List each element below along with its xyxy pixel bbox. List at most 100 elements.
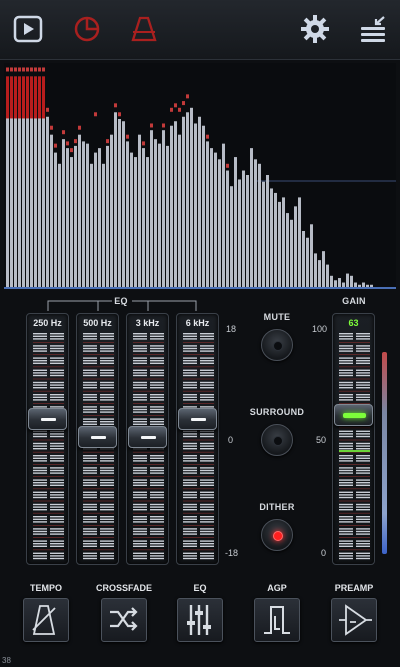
mute-toggle[interactable]: [261, 329, 293, 361]
tick-mark: [33, 479, 47, 481]
tick-mark: [83, 528, 97, 530]
tick-mark: [83, 335, 97, 337]
tick-mark: [339, 369, 353, 371]
tick-mark: [183, 521, 197, 523]
eq-slider-handle[interactable]: [178, 408, 217, 431]
tick-mark: [200, 435, 214, 438]
eq-slider-band-3[interactable]: 3 kHz: [126, 313, 169, 565]
tick-mark: [339, 484, 353, 486]
tick-mark: [200, 518, 214, 520]
tick-mark: [200, 384, 214, 386]
tick-divider: [133, 366, 164, 368]
spectrum-bar: [302, 231, 305, 287]
tick-mark: [339, 362, 353, 364]
tick-mark: [50, 335, 64, 337]
settings-button[interactable]: [297, 11, 333, 47]
tick-mark: [150, 479, 164, 481]
tick-mark: [200, 540, 214, 542]
tick-mark: [183, 506, 197, 508]
tick-mark: [183, 384, 197, 386]
eq-slider-handle[interactable]: [78, 425, 117, 448]
eq-slider-band-1[interactable]: 250 Hz: [26, 313, 69, 565]
tick-mark: [356, 467, 370, 469]
surround-toggle[interactable]: [261, 424, 293, 456]
spectrum-peak: [74, 139, 77, 144]
eq-band-label: 500 Hz: [83, 318, 112, 328]
gain-slider[interactable]: 63: [332, 313, 375, 565]
tick-divider: [183, 403, 214, 404]
tick-mark: [50, 435, 64, 438]
tick-mark: [200, 484, 214, 486]
tick-mark: [200, 433, 214, 435]
tick-mark: [133, 384, 147, 386]
bottom-button-preamp[interactable]: [331, 598, 377, 642]
tick-mark: [33, 372, 47, 374]
tick-mark: [83, 411, 97, 413]
spectrum-bar: [106, 145, 109, 287]
spectrum-bar: [294, 206, 297, 287]
tick-mark: [183, 557, 197, 560]
spectrum-bar: [250, 148, 253, 287]
tick-mark: [150, 372, 164, 374]
tick-mark: [50, 457, 64, 459]
spectrum-bar: [274, 192, 277, 287]
tick-mark: [356, 333, 370, 335]
bottom-button-tempo[interactable]: [23, 598, 69, 642]
spectrum-bar: [214, 152, 217, 287]
tick-mark: [133, 506, 147, 508]
tick-mark: [356, 374, 370, 377]
bottom-button-eq[interactable]: [177, 598, 223, 642]
tick-mark: [200, 362, 214, 364]
spectrum-peak: [10, 67, 13, 72]
tick-mark: [339, 516, 353, 518]
tick-mark: [339, 528, 353, 530]
tick-mark: [50, 543, 64, 545]
tick-mark: [183, 457, 197, 459]
metronome-tab[interactable]: [126, 11, 162, 47]
player-tab[interactable]: [10, 11, 46, 47]
tick-mark: [339, 345, 353, 347]
eq-slider-handle[interactable]: [28, 408, 67, 431]
tick-mark: [100, 506, 114, 508]
tick-mark: [150, 448, 164, 450]
tick-mark: [339, 460, 353, 462]
bottom-button-agp[interactable]: [254, 598, 300, 642]
tick-mark: [339, 399, 353, 401]
tick-divider: [33, 537, 64, 538]
tick-mark: [339, 509, 353, 511]
eq-slider-handle[interactable]: [128, 425, 167, 448]
tick-mark: [100, 360, 114, 362]
tick-mark: [83, 362, 97, 364]
eq-slider-band-4[interactable]: 6 kHz: [176, 313, 219, 565]
spectrum-bar: [362, 282, 365, 287]
tick-divider: [33, 512, 64, 514]
gain-handle[interactable]: [334, 403, 373, 426]
footer-counter: 38: [2, 656, 11, 665]
tick-mark: [50, 396, 64, 398]
tick-mark: [33, 442, 47, 445]
spectrum-bar: [342, 282, 345, 287]
tick-mark: [50, 399, 64, 401]
tick-mark: [100, 396, 114, 398]
dither-toggle[interactable]: [261, 519, 293, 551]
bottom-button-crossfade[interactable]: [101, 598, 147, 642]
tick-mark: [339, 455, 353, 457]
menu-button[interactable]: [355, 11, 391, 47]
spectrum-peak: [46, 107, 49, 112]
tick-mark: [200, 545, 214, 547]
spectrum-analyzer: [4, 63, 396, 289]
eq-slider-band-2[interactable]: 500 Hz: [76, 313, 119, 565]
tick-mark: [33, 545, 47, 547]
tick-mark: [83, 533, 97, 535]
tick-mark: [50, 333, 64, 335]
sleep-timer-tab[interactable]: [69, 11, 105, 47]
tick-mark: [356, 433, 370, 435]
tick-mark: [33, 435, 47, 438]
tick-mark: [33, 396, 47, 398]
tick-mark: [339, 518, 353, 520]
tick-mark: [183, 455, 197, 457]
tick-mark: [356, 457, 370, 459]
tick-mark: [33, 533, 47, 535]
tick-mark: [150, 411, 164, 413]
tick-mark: [50, 555, 64, 557]
